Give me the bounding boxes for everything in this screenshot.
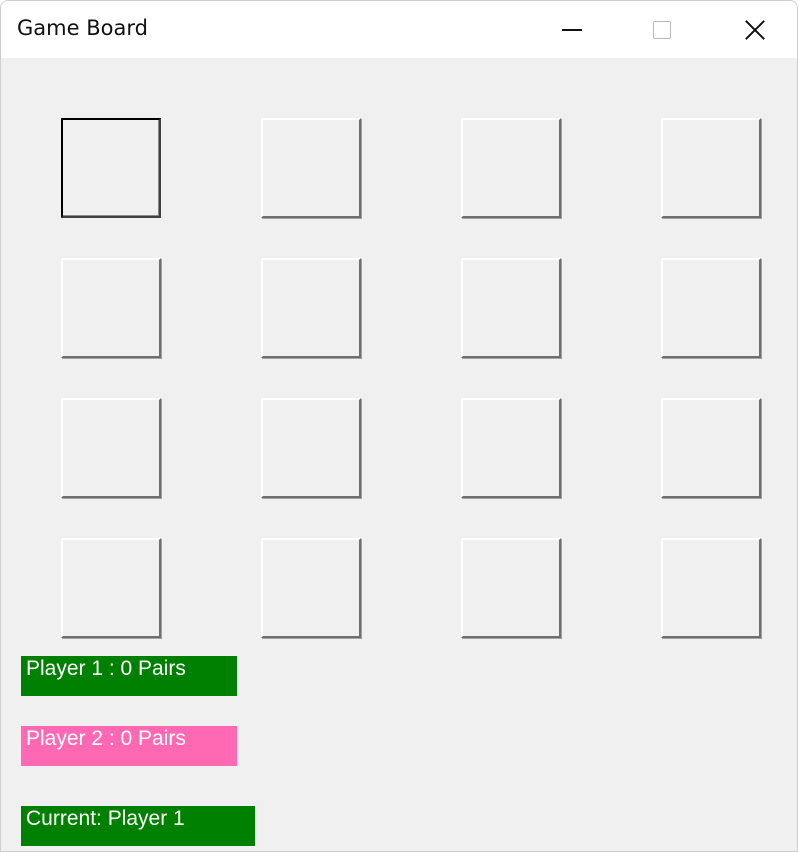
minimize-icon xyxy=(562,28,582,31)
tile-r2-c2[interactable] xyxy=(261,258,361,358)
tile-r3-c1[interactable] xyxy=(61,398,161,498)
tile-r1-c3[interactable] xyxy=(461,118,561,218)
title-bar[interactable]: Game Board xyxy=(1,1,797,58)
tile-r1-c2[interactable] xyxy=(261,118,361,218)
tile-r3-c4[interactable] xyxy=(661,398,761,498)
window-title: Game Board xyxy=(17,16,148,40)
tile-r1-c1[interactable] xyxy=(61,118,161,218)
tile-r2-c1[interactable] xyxy=(61,258,161,358)
tile-r4-c2[interactable] xyxy=(261,538,361,638)
tile-r2-c3[interactable] xyxy=(461,258,561,358)
tile-r3-c2[interactable] xyxy=(261,398,361,498)
tile-r1-c4[interactable] xyxy=(661,118,761,218)
current-player: Current: Player 1 xyxy=(21,806,255,846)
tile-r4-c1[interactable] xyxy=(61,538,161,638)
minimize-button[interactable] xyxy=(542,1,602,58)
tile-grid: Player 1 : 0 Pairs Player 2 : 0 Pairs Cu… xyxy=(1,58,797,851)
tile-r4-c3[interactable] xyxy=(461,538,561,638)
player1-score: Player 1 : 0 Pairs xyxy=(21,656,237,696)
maximize-button[interactable] xyxy=(632,1,692,58)
tile-r2-c4[interactable] xyxy=(661,258,761,358)
tile-r3-c3[interactable] xyxy=(461,398,561,498)
close-button[interactable] xyxy=(725,1,785,58)
game-board-window: Game Board Player 1 : 0 Pairs Player 2 :… xyxy=(0,0,798,852)
player2-score: Player 2 : 0 Pairs xyxy=(21,726,237,766)
tile-r4-c4[interactable] xyxy=(661,538,761,638)
maximize-icon xyxy=(653,20,671,39)
close-icon xyxy=(744,19,766,41)
